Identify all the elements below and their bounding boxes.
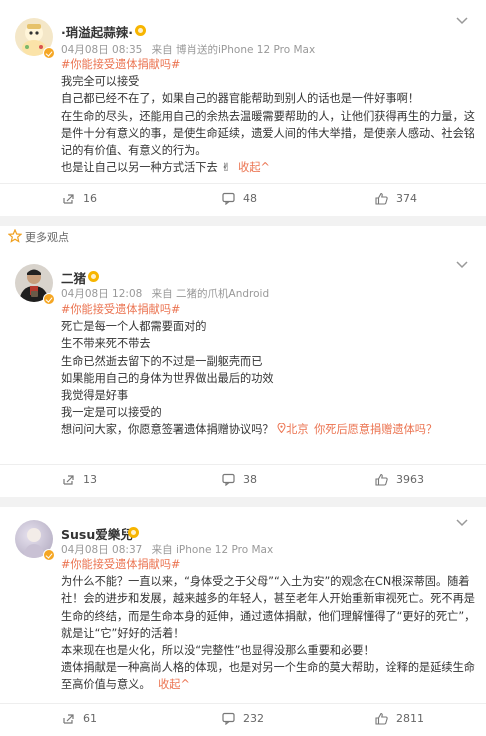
like-count: 2811 bbox=[396, 712, 424, 725]
location-link[interactable]: 北京 bbox=[277, 422, 312, 437]
comment-icon bbox=[222, 712, 235, 725]
post-body: #你能接受遗体捐献吗# 为什么不能？一直以来，“身体受之于父母”“入土为安”的观… bbox=[61, 556, 476, 694]
share-count: 13 bbox=[83, 473, 97, 486]
comment-button[interactable]: 38 bbox=[222, 473, 257, 486]
post-line: 遗体捐献是一种高尚人格的体现，也是对另一个生命的莫大帮助，诠释的是延续生命至高价… bbox=[61, 661, 475, 692]
post-time: 04月08日 08:35 bbox=[61, 44, 143, 56]
share-count: 61 bbox=[83, 712, 97, 725]
share-button[interactable]: 13 bbox=[62, 473, 97, 486]
verified-badge-icon bbox=[43, 293, 55, 305]
post-line-last: 想问问大家，你愿意签署遗体捐赠协议吗？ 北京 你死后愿意捐赠遗体吗？ bbox=[61, 421, 476, 438]
post-source: 来自 iPhone 12 Pro Max bbox=[151, 544, 274, 556]
post-line: 想问问大家，你愿意签署遗体捐赠协议吗？ bbox=[61, 423, 274, 437]
more-opinions-header: 更多观点 bbox=[0, 226, 486, 247]
username[interactable]: 二猪 bbox=[61, 268, 86, 287]
post-body: #你能接受遗体捐献吗# 死亡是每一个人都需要面对的 生不带来死不带去 生命已然逝… bbox=[61, 301, 476, 439]
comment-button[interactable]: 232 bbox=[222, 712, 264, 725]
share-button[interactable]: 16 bbox=[62, 192, 97, 205]
comment-count: 38 bbox=[243, 473, 257, 486]
chevron-down-icon[interactable] bbox=[456, 519, 468, 527]
post-meta: 04月08日 08:35 来自 博肖送的iPhone 12 Pro Max bbox=[61, 42, 315, 57]
post-card: Susu爱樂兒 04月08日 08:37 来自 iPhone 12 Pro Ma… bbox=[0, 507, 486, 736]
post-source: 来自 二猪的爪机Android bbox=[151, 288, 270, 300]
topic-tag[interactable]: #你能接受遗体捐献吗# bbox=[61, 56, 476, 73]
post-line: 生命已然逝去留下的不过是一副躯壳而已 bbox=[61, 354, 263, 368]
post-body: #你能接受遗体捐献吗# 我完全可以接受 自己都已经不在了，如果自己的器官能帮助到… bbox=[61, 56, 476, 176]
verified-badge-icon bbox=[43, 549, 55, 561]
star-icon bbox=[8, 229, 22, 243]
like-button[interactable]: 374 bbox=[375, 192, 417, 205]
like-button[interactable]: 2811 bbox=[375, 712, 424, 725]
comment-button[interactable]: 48 bbox=[222, 192, 257, 205]
thumbs-up-icon bbox=[375, 712, 388, 725]
post-line: 生不带来死不带去 bbox=[61, 337, 151, 351]
share-count: 16 bbox=[83, 192, 97, 205]
topic-tag[interactable]: #你能接受遗体捐献吗# bbox=[61, 301, 476, 318]
comment-icon bbox=[222, 473, 235, 486]
share-icon bbox=[63, 714, 74, 724]
section-label: 更多观点 bbox=[25, 231, 69, 244]
collapse-link[interactable]: 收起^ bbox=[238, 161, 270, 174]
linked-topic[interactable]: 你死后愿意捐赠遗体吗？ bbox=[314, 423, 437, 436]
comment-count: 232 bbox=[243, 712, 264, 725]
share-icon bbox=[63, 475, 74, 485]
post-meta: 04月08日 08:37 来自 iPhone 12 Pro Max bbox=[61, 542, 273, 557]
level-badge-icon bbox=[135, 25, 146, 36]
post-time: 04月08日 08:37 bbox=[61, 544, 143, 556]
post-card: 二猪 04月08日 12:08 来自 二猪的爪机Android #你能接受遗体捐… bbox=[0, 247, 486, 497]
post-line: 本来现在也是火化，所以没“完整性”也显得没那么重要和必要！ bbox=[61, 644, 375, 658]
post-line: 我完全可以接受 bbox=[61, 75, 140, 89]
post-line: 也是让自己以另一种方式活下去 bbox=[61, 161, 218, 175]
post-card: ·琑溢起蒜辣· 04月08日 08:35 来自 博肖送的iPhone 12 Pr… bbox=[0, 0, 486, 216]
like-count: 3963 bbox=[396, 473, 424, 486]
username[interactable]: ·琑溢起蒜辣· bbox=[61, 22, 133, 41]
post-line: 为什么不能？一直以来，“身体受之于父母”“入土为安”的观念在CN根深蒂固。随着社… bbox=[61, 575, 476, 640]
comment-count: 48 bbox=[243, 192, 257, 205]
share-button[interactable]: 61 bbox=[62, 712, 97, 725]
username[interactable]: Susu爱樂兒 bbox=[61, 524, 133, 543]
chevron-down-icon[interactable] bbox=[456, 17, 468, 25]
post-line: 自己都已经不在了，如果自己的器官能帮助到别人的话也是一件好事啊！ bbox=[61, 92, 420, 106]
post-line: 死亡是每一个人都需要面对的 bbox=[61, 320, 207, 334]
post-line-last: 遗体捐献是一种高尚人格的体现，也是对另一个生命的莫大帮助，诠释的是延续生命至高价… bbox=[61, 659, 476, 693]
post-meta: 04月08日 12:08 来自 二猪的爪机Android bbox=[61, 286, 269, 301]
victory-hand-icon: ✌ bbox=[221, 161, 231, 175]
level-badge-icon bbox=[128, 527, 139, 538]
collapse-link[interactable]: 收起^ bbox=[158, 678, 190, 691]
location-text: 北京 bbox=[286, 423, 309, 437]
post-line: 如果能用自己的身体为世界做出最后的功效 bbox=[61, 371, 274, 385]
action-bar: 13 38 3963 bbox=[0, 464, 486, 494]
topic-tag[interactable]: #你能接受遗体捐献吗# bbox=[61, 556, 476, 573]
post-line: 我觉得是好事 bbox=[61, 389, 129, 403]
verified-badge-icon bbox=[43, 47, 55, 59]
thumbs-up-icon bbox=[375, 473, 388, 486]
location-pin-icon bbox=[277, 422, 286, 434]
like-button[interactable]: 3963 bbox=[375, 473, 424, 486]
post-source: 来自 博肖送的iPhone 12 Pro Max bbox=[151, 44, 316, 56]
level-badge-icon bbox=[88, 271, 99, 282]
post-time: 04月08日 12:08 bbox=[61, 288, 143, 300]
comment-icon bbox=[222, 192, 235, 205]
post-line: 我一定是可以接受的 bbox=[61, 406, 162, 420]
post-line: 在生命的尽头，还能用自己的余热去温暖需要帮助的人，让他们获得再生的力量，这是件十… bbox=[61, 109, 475, 158]
post-line-last: 也是让自己以另一种方式活下去 ✌ 收起^ bbox=[61, 159, 476, 176]
action-bar: 61 232 2811 bbox=[0, 703, 486, 733]
action-bar: 16 48 374 bbox=[0, 183, 486, 213]
chevron-down-icon[interactable] bbox=[456, 261, 468, 269]
share-icon bbox=[63, 194, 74, 204]
thumbs-up-icon bbox=[375, 192, 388, 205]
like-count: 374 bbox=[396, 192, 417, 205]
